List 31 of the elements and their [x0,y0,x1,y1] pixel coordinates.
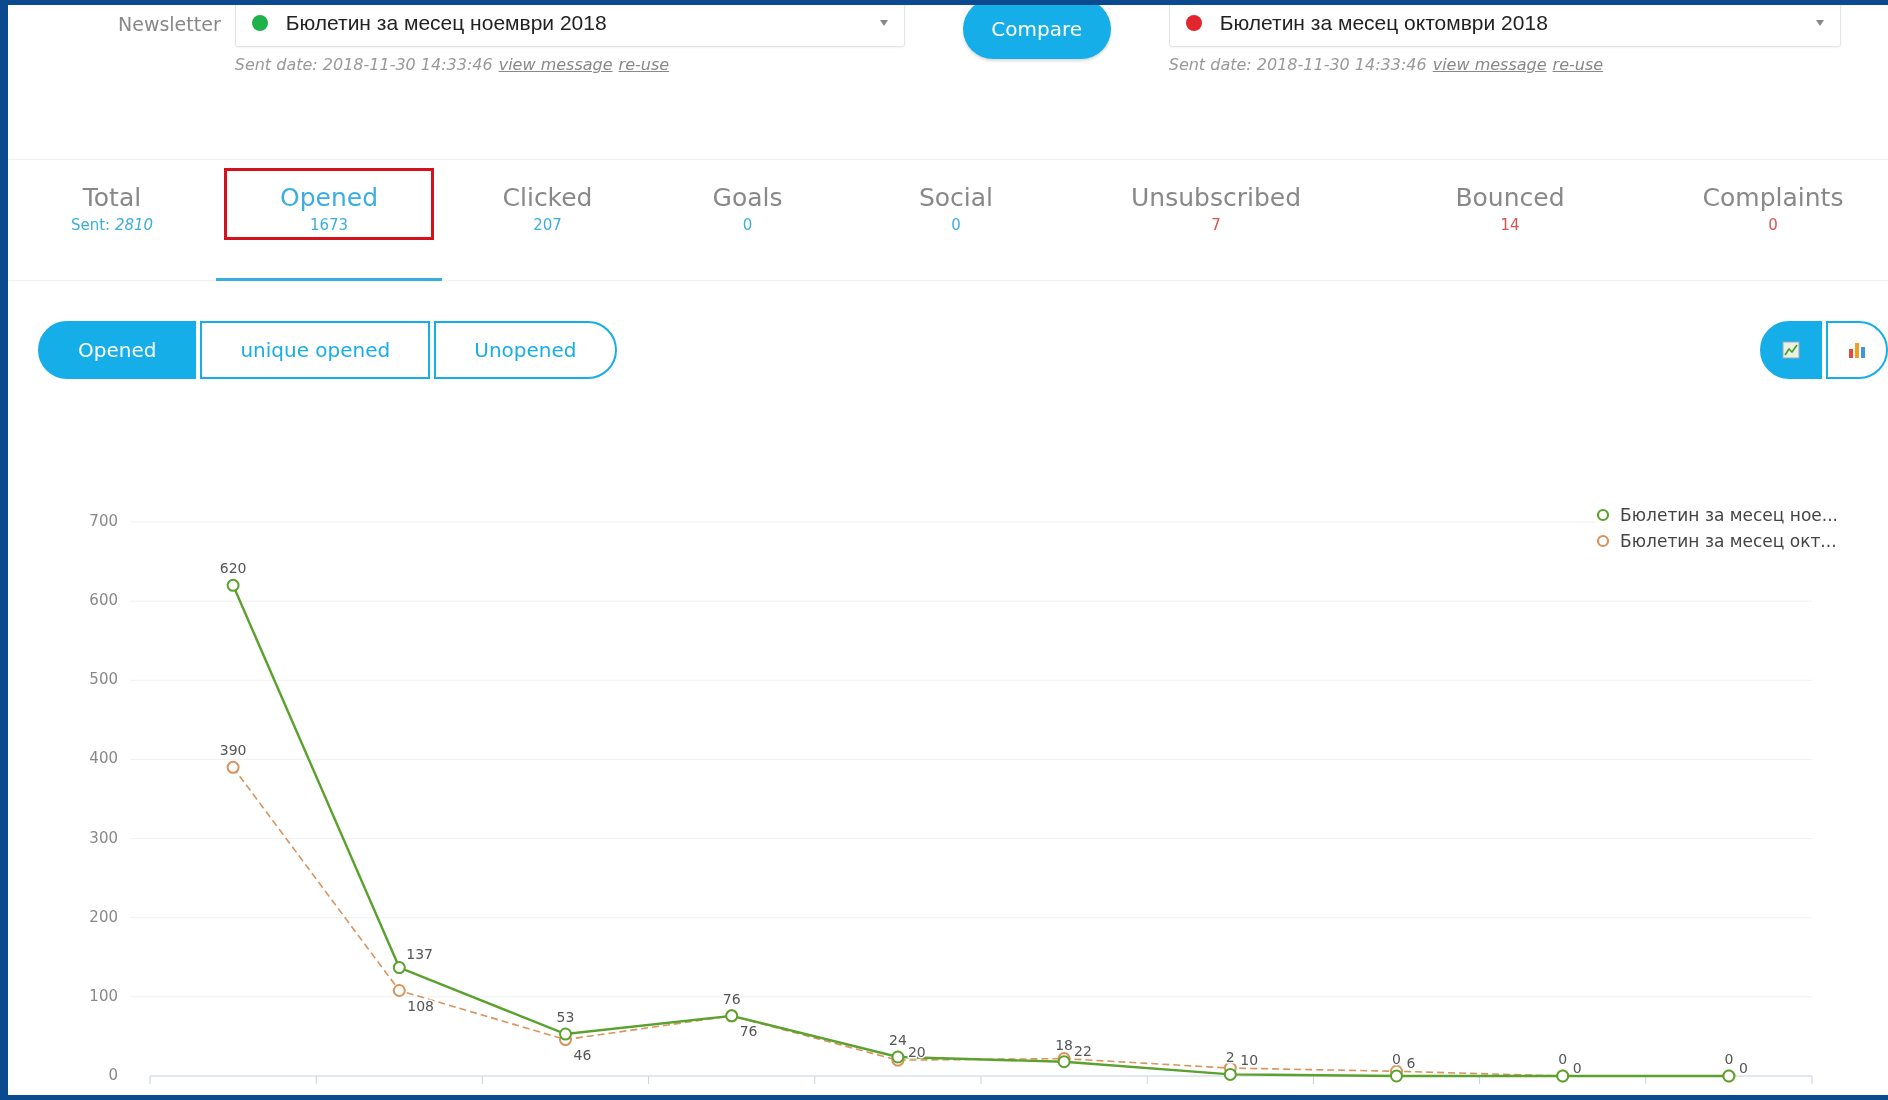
data-label: 390 [219,742,247,759]
data-label: 0 [1558,1051,1568,1067]
y-axis-label: 200 [89,907,118,926]
data-label: 108 [407,997,435,1014]
data-label: 76 [739,1022,758,1039]
y-axis-label: 0 [108,1066,118,1084]
y-axis-label: 400 [89,749,118,768]
data-label: 24 [889,1032,907,1048]
sent-date: Sent date: 2018-11-30 14:33:46 [234,55,493,74]
data-label: 137 [406,945,434,962]
data-label: 0 [1738,1060,1748,1076]
y-axis-label: 100 [89,986,118,1005]
data-label: 76 [722,990,741,1007]
data-label: 2 [1225,1049,1235,1066]
data-label: 10 [1240,1052,1259,1069]
data-label: 18 [1055,1036,1073,1053]
y-axis-label: 600 [89,591,118,610]
y-axis-label: 700 [89,512,118,530]
newsletter-label: Newsletter [118,13,221,35]
data-label: 0 [1724,1051,1734,1067]
data-label: 6 [1406,1055,1416,1072]
data-label: 20 [907,1044,926,1061]
data-label: 620 [219,560,247,577]
sent-date: Sent date: 2018-11-30 14:33:46 [1168,55,1427,74]
y-axis-label: 500 [89,670,118,689]
data-label: 46 [573,1046,592,1063]
data-label: 0 [1392,1051,1401,1067]
y-axis-label: 300 [89,828,118,847]
data-label: 0 [1572,1060,1582,1076]
data-label: 22 [1074,1042,1092,1059]
data-label: 53 [556,1009,575,1026]
